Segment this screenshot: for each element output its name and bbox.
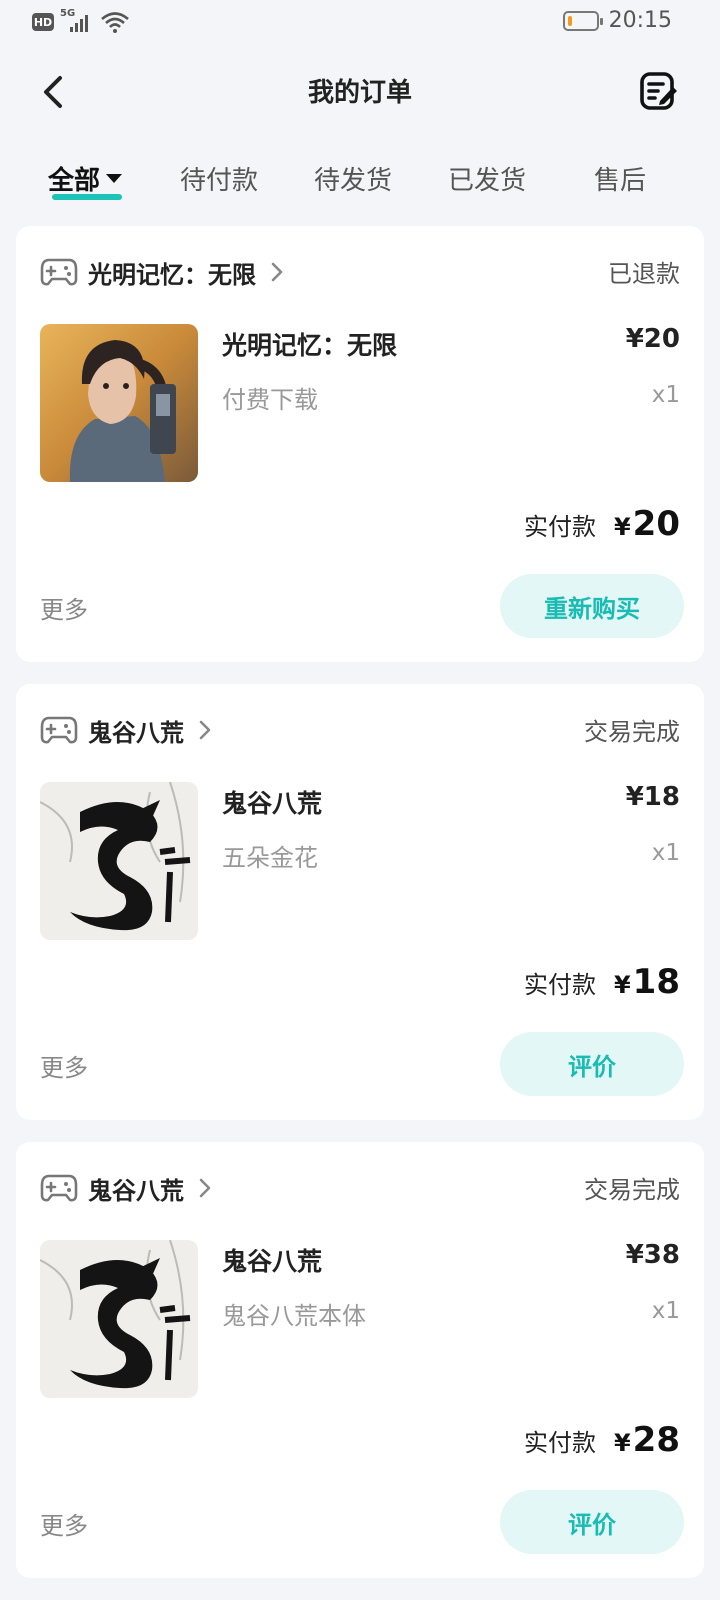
store-link[interactable]: 光明记忆：无限 [40, 254, 286, 290]
paid-amount: 18 [632, 962, 680, 1002]
store-name: 鬼谷八荒 [88, 1176, 184, 1205]
order-status: 已退款 [608, 260, 680, 288]
paid-currency: ¥ [613, 513, 631, 541]
paid-amount-row: 实付款 ¥ 28 [524, 1420, 680, 1460]
product-thumbnail[interactable] [40, 324, 198, 482]
cellular-signal-icon: 5G [60, 8, 94, 34]
paid-currency: ¥ [613, 971, 631, 999]
order-status: 交易完成 [584, 718, 680, 746]
product-title: 鬼谷八荒 [222, 789, 323, 818]
gamepad-icon [40, 258, 78, 286]
chevron-right-icon [199, 1178, 211, 1198]
store-link[interactable]: 鬼谷八荒 [40, 712, 214, 748]
gamepad-icon [40, 1174, 78, 1202]
product-sku: 鬼谷八荒本体 [222, 1302, 366, 1330]
store-name: 光明记忆：无限 [88, 260, 256, 289]
product-thumbnail[interactable] [40, 1240, 198, 1398]
active-tab-indicator [52, 194, 122, 200]
tab-label: 全部 [48, 166, 101, 196]
paid-label: 实付款 [523, 971, 596, 999]
paid-amount-row: 实付款 ¥ 18 [524, 962, 680, 1002]
order-card[interactable]: 鬼谷八荒 交易完成 鬼谷八荒 ¥18 五朵金花 x1 实付款 ¥ 18 更多 评… [16, 684, 704, 1120]
battery-level [567, 15, 572, 26]
rebuy-button[interactable]: 重新购买 [500, 574, 684, 638]
order-card[interactable]: 光明记忆：无限 已退款 光明记忆：无限 ¥20 付费下载 x1 实付款 ¥ 20… [16, 226, 704, 662]
tab-after-sales[interactable]: 售后 [594, 160, 646, 197]
review-button[interactable]: 评价 [500, 1032, 684, 1096]
more-button[interactable]: 更多 [40, 1048, 88, 1083]
gamepad-icon [40, 716, 78, 744]
order-card[interactable]: 鬼谷八荒 交易完成 鬼谷八荒 ¥38 鬼谷八荒本体 x1 实付款 ¥ 28 更多… [16, 1142, 704, 1578]
order-tabs: 全部 待付款 待发货 已发货 售后 [0, 150, 720, 210]
product-sku: 付费下载 [222, 386, 318, 414]
product-quantity: x1 [651, 1298, 680, 1324]
wifi-icon [101, 12, 129, 33]
tab-pending-payment[interactable]: 待付款 [180, 160, 258, 197]
paid-amount: 20 [632, 504, 680, 544]
product-price: ¥38 [625, 1240, 680, 1270]
tab-pending-shipment[interactable]: 待发货 [314, 160, 392, 197]
order-status: 交易完成 [584, 1176, 680, 1204]
paid-label: 实付款 [523, 1429, 596, 1457]
paid-amount: 28 [632, 1420, 680, 1460]
chevron-right-icon [199, 720, 211, 740]
page-title: 我的订单 [307, 78, 412, 108]
chevron-right-icon [271, 262, 283, 282]
hd-badge: HD [32, 13, 54, 31]
review-button[interactable]: 评价 [500, 1490, 684, 1554]
header: 我的订单 [0, 56, 720, 128]
product-price: ¥18 [625, 782, 680, 812]
product-quantity: x1 [651, 382, 680, 408]
store-link[interactable]: 鬼谷八荒 [40, 1170, 214, 1206]
product-thumbnail[interactable] [40, 782, 198, 940]
more-button[interactable]: 更多 [40, 1506, 88, 1541]
paid-amount-row: 实付款 ¥ 20 [524, 504, 680, 544]
tab-all[interactable]: 全部 [48, 160, 123, 197]
caret-down-icon [106, 174, 123, 183]
product-price: ¥20 [625, 324, 680, 354]
product-sku: 五朵金花 [222, 844, 318, 872]
edit-orders-button[interactable] [638, 70, 680, 112]
paid-label: 实付款 [523, 513, 596, 541]
clock: 20:15 [608, 8, 672, 33]
edit-note-icon [640, 72, 677, 110]
store-name: 鬼谷八荒 [88, 718, 184, 747]
product-quantity: x1 [651, 840, 680, 866]
status-bar: HD 5G 20:15 [0, 0, 720, 44]
product-title: 鬼谷八荒 [222, 1247, 323, 1276]
battery-icon [562, 10, 603, 31]
tab-shipped[interactable]: 已发货 [448, 160, 526, 197]
paid-currency: ¥ [613, 1429, 631, 1457]
more-button[interactable]: 更多 [40, 590, 88, 625]
product-title: 光明记忆：无限 [222, 331, 398, 360]
